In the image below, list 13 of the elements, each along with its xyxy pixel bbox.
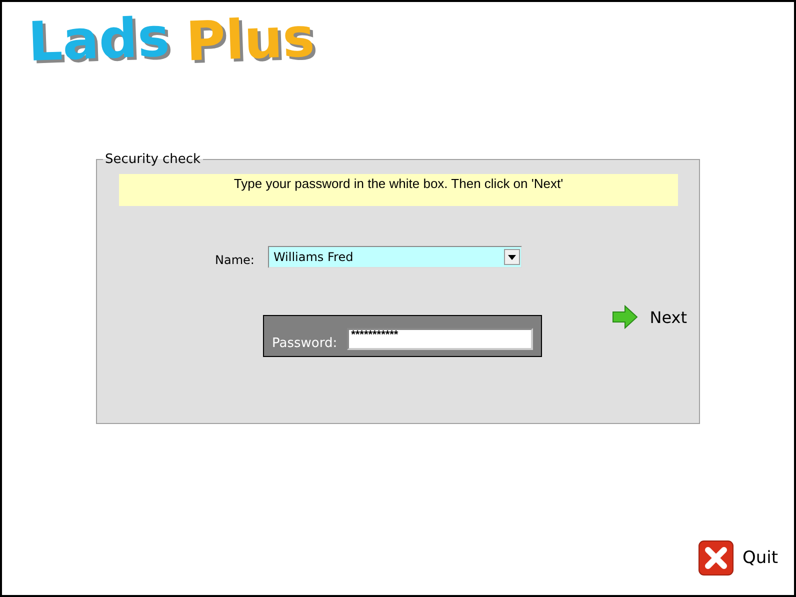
next-button[interactable]: Next bbox=[612, 305, 687, 329]
name-dropdown[interactable]: Williams Fred bbox=[268, 246, 522, 268]
name-label: Name: bbox=[215, 252, 254, 267]
arrow-right-icon bbox=[612, 305, 638, 329]
instruction-banner: Type your password in the white box. Then click on 'Next' bbox=[119, 174, 678, 206]
caret-icon bbox=[504, 249, 520, 265]
logo-word: Lads bbox=[26, 6, 171, 74]
password-label: Password: bbox=[272, 334, 338, 350]
password-field[interactable]: *********** bbox=[347, 328, 534, 350]
quit-button[interactable]: Quit bbox=[698, 540, 778, 576]
logo-word: Plus bbox=[184, 6, 316, 74]
panel-title: Security check bbox=[104, 152, 202, 167]
close-icon bbox=[698, 540, 734, 576]
